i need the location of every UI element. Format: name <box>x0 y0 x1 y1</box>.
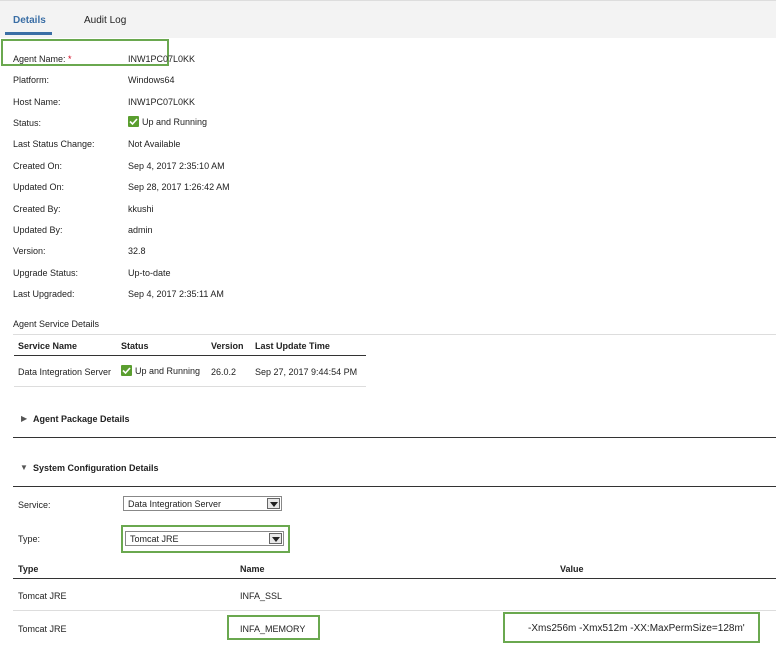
status-label: Status: <box>13 118 42 128</box>
last-upgraded-value: Sep 4, 2017 2:35:11 AM <box>128 289 224 299</box>
platform-label: Platform: <box>13 75 50 85</box>
service-select[interactable]: Data Integration Server <box>123 496 282 511</box>
sysconfig-title: System Configuration Details <box>33 463 159 473</box>
type-select-value: Tomcat JRE <box>130 534 179 544</box>
last-upgraded-label: Last Upgraded: <box>13 289 75 299</box>
active-tab-indicator <box>5 32 52 35</box>
sysconfig-divider <box>13 486 776 487</box>
upgrade-status-label: Upgrade Status: <box>13 268 79 278</box>
host-name-label: Host Name: <box>13 97 61 107</box>
service-select-label: Service: <box>18 500 51 510</box>
upgrade-status-value: Up-to-date <box>128 268 171 278</box>
service-select-value: Data Integration Server <box>128 499 222 509</box>
created-on-label: Created On: <box>13 161 63 171</box>
updated-on-label: Updated On: <box>13 182 65 192</box>
service-table-bottom-rule <box>14 386 366 387</box>
config-name-cell: INFA_MEMORY <box>240 624 306 634</box>
service-name-cell: Data Integration Server <box>18 367 112 377</box>
col-version: Version <box>211 341 244 351</box>
check-icon <box>128 116 139 128</box>
config-type-cell: Tomcat JRE <box>18 591 67 601</box>
service-version-cell: 26.0.2 <box>211 367 237 377</box>
platform-value: Windows64 <box>128 75 175 85</box>
agent-service-title: Agent Service Details <box>13 319 100 329</box>
required-marker: * <box>68 54 72 64</box>
type-select[interactable]: Tomcat JRE <box>125 531 284 546</box>
col-type: Type <box>18 564 39 574</box>
agent-service-divider <box>13 334 776 335</box>
check-icon <box>121 365 132 377</box>
last-status-change-value: Not Available <box>128 139 181 149</box>
created-on-value: Sep 4, 2017 2:35:10 AM <box>128 161 225 171</box>
config-table-header-rule <box>13 578 776 579</box>
status-value: Up and Running <box>128 116 207 128</box>
col-service-name: Service Name <box>18 341 78 351</box>
host-name-value: INW1PC07L0KK <box>128 97 196 107</box>
chevron-down-icon[interactable] <box>267 498 280 509</box>
tab-audit-log[interactable]: Audit Log <box>84 15 126 26</box>
col-value: Value <box>560 564 584 574</box>
updated-on-value: Sep 28, 2017 1:26:42 AM <box>128 182 230 192</box>
col-last-update: Last Update Time <box>255 341 330 351</box>
caret-right-icon: ▶ <box>21 414 28 423</box>
service-updated-cell: Sep 27, 2017 9:44:54 PM <box>255 367 358 377</box>
version-label: Version: <box>13 246 46 256</box>
created-by-value: kkushi <box>128 204 154 214</box>
caret-down-icon: ▼ <box>20 463 28 472</box>
tab-bar: Details Audit Log <box>0 0 776 38</box>
agent-name-value: INW1PC07L0KK <box>128 54 196 64</box>
chevron-down-icon[interactable] <box>269 533 282 544</box>
config-row-divider <box>13 610 776 611</box>
agent-name-label: Agent Name: * <box>13 54 72 64</box>
package-divider <box>13 437 776 438</box>
col-name: Name <box>240 564 265 574</box>
service-table-header-rule <box>14 355 366 356</box>
config-name-cell: INFA_SSL <box>240 591 283 601</box>
tab-details[interactable]: Details <box>13 15 46 26</box>
service-status-cell: Up and Running <box>121 365 200 377</box>
updated-by-label: Updated By: <box>13 225 63 235</box>
version-value: 32.8 <box>128 246 146 256</box>
last-status-change-label: Last Status Change: <box>13 139 95 149</box>
col-status: Status <box>121 341 149 351</box>
agent-package-title: Agent Package Details <box>33 414 130 424</box>
created-by-label: Created By: <box>13 204 61 214</box>
config-type-cell: Tomcat JRE <box>18 624 67 634</box>
type-select-label: Type: <box>18 534 41 544</box>
updated-by-value: admin <box>128 225 153 235</box>
config-value-cell: -Xms256m -Xmx512m -XX:MaxPermSize=128m' <box>528 623 745 634</box>
